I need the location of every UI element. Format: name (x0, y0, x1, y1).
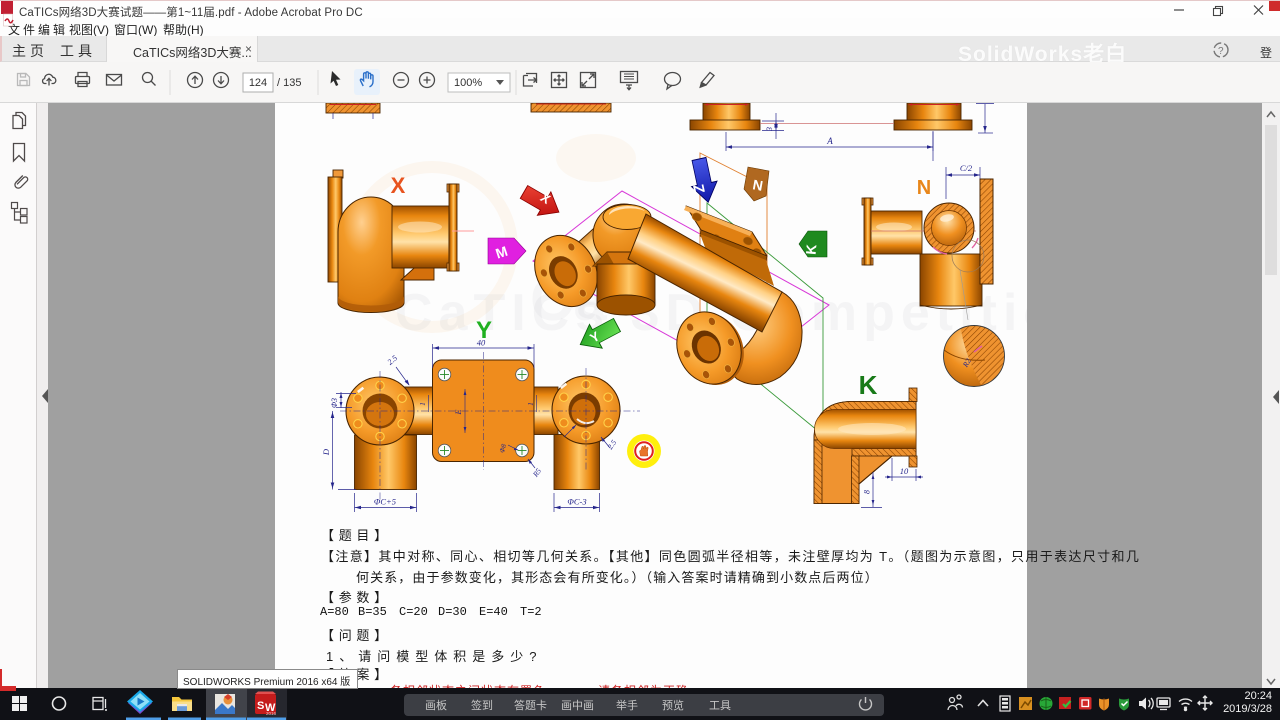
svg-text:画中画: 画中画 (561, 699, 594, 712)
svg-text:举手: 举手 (616, 698, 638, 712)
svg-text:预览: 预览 (662, 698, 684, 712)
svg-text:答题卡: 答题卡 (514, 698, 547, 712)
svg-text:工具: 工具 (709, 699, 731, 712)
svg-text:签到: 签到 (471, 698, 493, 712)
svg-text:画板: 画板 (425, 698, 447, 712)
svg-text:S: S (257, 700, 264, 712)
svg-text:2016: 2016 (266, 711, 277, 716)
